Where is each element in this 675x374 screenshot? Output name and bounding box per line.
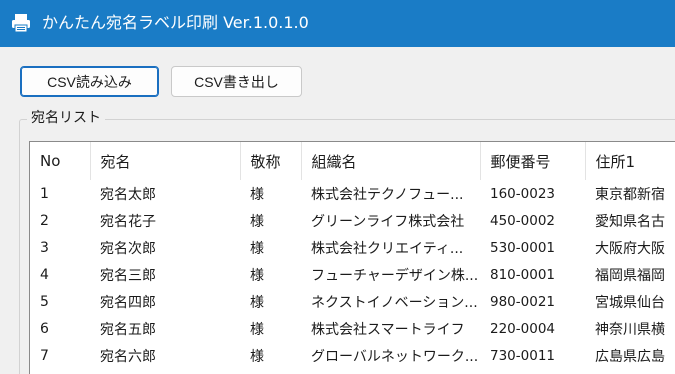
table-row[interactable]: 3 宛名次郎 様 株式会社クリエイティ... 530-0001 大阪府大阪: [30, 234, 675, 261]
table-row[interactable]: 4 宛名三郎 様 フューチャーデザイン株... 810-0001 福岡県福岡: [30, 261, 675, 288]
cell-address1: 神奈川県横: [595, 321, 665, 338]
cell-name: 宛名太郎: [100, 186, 156, 203]
cell-name: 宛名六郎: [100, 348, 156, 365]
cell-address1: 大阪府大阪: [595, 240, 665, 257]
cell-postal-code: 450-0002: [490, 212, 555, 229]
address-table: No 宛名 敬称 組織名 郵便番号 住所1 1 宛名太郎 様 株式会社テクノフュ…: [30, 142, 675, 369]
cell-organization: グローバルネットワーク...: [311, 348, 479, 365]
cell-address1: 愛知県名古: [595, 213, 665, 230]
window-title: かんたん宛名ラベル印刷 Ver.1.0.1.0: [42, 13, 309, 32]
cell-honorific: 様: [250, 213, 264, 230]
cell-name: 宛名四郎: [100, 294, 156, 311]
cell-postal-code: 810-0001: [490, 266, 555, 283]
cell-no: 6: [40, 320, 49, 337]
cell-organization: グリーンライフ株式会社: [311, 213, 465, 230]
table-row[interactable]: 5 宛名四郎 様 ネクストイノベーション... 980-0021 宮城県仙台: [30, 288, 675, 315]
cell-postal-code: 160-0023: [490, 185, 555, 202]
cell-honorific: 様: [250, 240, 264, 257]
address-list-group-label: 宛名リスト: [27, 109, 105, 127]
csv-export-button[interactable]: CSV書き出し: [171, 66, 302, 97]
cell-organization: 株式会社テクノフュー...: [311, 186, 464, 203]
cell-postal-code: 730-0011: [490, 347, 555, 364]
column-header-no[interactable]: No: [30, 142, 91, 180]
cell-postal-code: 530-0001: [490, 239, 555, 256]
printer-icon: [12, 14, 30, 33]
cell-address1: 東京都新宿: [595, 186, 665, 203]
cell-address1: 広島県広島: [595, 348, 665, 365]
address-list-view[interactable]: No 宛名 敬称 組織名 郵便番号 住所1 1 宛名太郎 様 株式会社テクノフュ…: [29, 141, 675, 374]
cell-organization: フューチャーデザイン株...: [311, 267, 479, 284]
column-header-name[interactable]: 宛名: [90, 142, 241, 180]
app-window: かんたん宛名ラベル印刷 Ver.1.0.1.0 CSV読み込み CSV書き出し …: [0, 0, 675, 374]
cell-no: 7: [40, 347, 49, 364]
cell-name: 宛名五郎: [100, 321, 156, 338]
csv-import-button[interactable]: CSV読み込み: [20, 66, 159, 97]
cell-name: 宛名三郎: [100, 267, 156, 284]
table-row[interactable]: 7 宛名六郎 様 グローバルネットワーク... 730-0011 広島県広島: [30, 342, 675, 369]
cell-address1: 福岡県福岡: [595, 267, 665, 284]
table-header-row: No 宛名 敬称 組織名 郵便番号 住所1: [30, 142, 675, 180]
title-bar[interactable]: かんたん宛名ラベル印刷 Ver.1.0.1.0: [0, 0, 675, 47]
cell-organization: 株式会社スマートライフ: [311, 321, 465, 338]
cell-postal-code: 220-0004: [490, 320, 555, 337]
cell-no: 3: [40, 239, 49, 256]
table-row[interactable]: 2 宛名花子 様 グリーンライフ株式会社 450-0002 愛知県名古: [30, 207, 675, 234]
cell-no: 1: [40, 185, 49, 202]
table-row[interactable]: 6 宛名五郎 様 株式会社スマートライフ 220-0004 神奈川県横: [30, 315, 675, 342]
cell-no: 5: [40, 293, 49, 310]
cell-honorific: 様: [250, 267, 264, 284]
column-header-address1[interactable]: 住所1: [585, 142, 675, 180]
cell-honorific: 様: [250, 321, 264, 338]
column-header-organization[interactable]: 組織名: [301, 142, 481, 180]
cell-no: 2: [40, 212, 49, 229]
cell-no: 4: [40, 266, 49, 283]
cell-honorific: 様: [250, 348, 264, 365]
cell-address1: 宮城県仙台: [595, 294, 665, 311]
cell-organization: 株式会社クリエイティ...: [311, 240, 464, 257]
cell-name: 宛名花子: [100, 213, 156, 230]
cell-honorific: 様: [250, 294, 264, 311]
table-row[interactable]: 1 宛名太郎 様 株式会社テクノフュー... 160-0023 東京都新宿: [30, 180, 675, 207]
cell-postal-code: 980-0021: [490, 293, 555, 310]
cell-name: 宛名次郎: [100, 240, 156, 257]
column-header-postal-code[interactable]: 郵便番号: [480, 142, 586, 180]
column-header-honorific[interactable]: 敬称: [240, 142, 302, 180]
cell-organization: ネクストイノベーション...: [311, 294, 478, 311]
cell-honorific: 様: [250, 186, 264, 203]
